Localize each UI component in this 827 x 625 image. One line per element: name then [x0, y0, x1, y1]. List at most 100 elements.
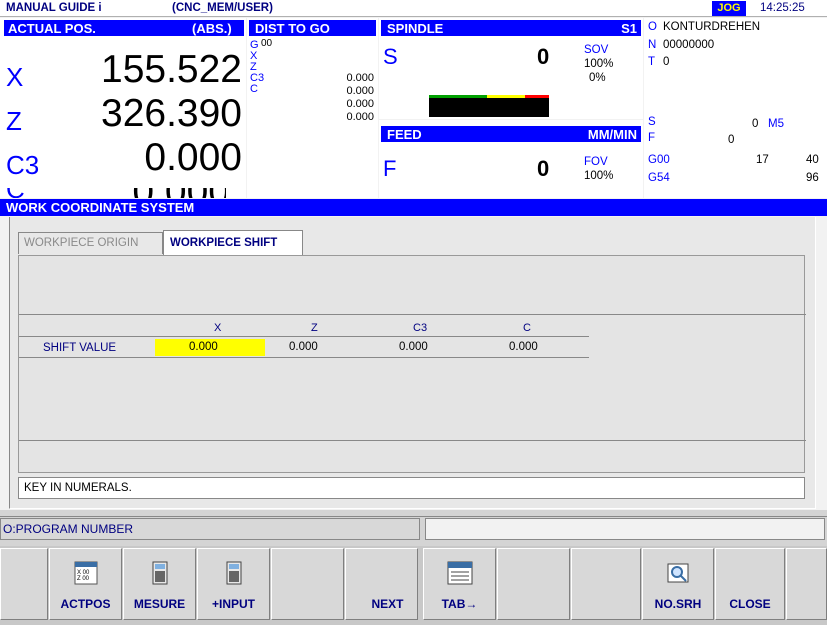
axis-z-value: 326.390: [101, 92, 242, 135]
axis-z-label: Z: [6, 106, 22, 136]
spindle-title: SPINDLE: [387, 21, 444, 36]
title-bar: MANUAL GUIDE i (CNC_MEM/USER) JOG 14:25:…: [0, 0, 827, 17]
softkey-mesure-label: MESURE: [133, 597, 186, 611]
softkey-close[interactable]: CLOSE: [715, 548, 785, 620]
actual-position-header: ACTUAL POS. (ABS.): [4, 20, 244, 36]
g-code-1: G00: [648, 154, 670, 166]
n-label: N: [648, 39, 657, 51]
fov-label: FOV: [584, 156, 608, 168]
sov-label: SOV: [584, 44, 609, 56]
feed-unit: MM/MIN: [587, 127, 637, 142]
program-info-panel: O KONTURDREHEN N 00000000 T 0 S 0 M5 F 0…: [644, 18, 827, 198]
window-title-bar: WORK COORDINATE SYSTEM: [0, 199, 827, 216]
tab-workpiece-shift[interactable]: WORKPIECE SHIFT: [163, 230, 303, 256]
dist-value-1: 0.000: [346, 72, 374, 84]
spindle-header: SPINDLE S1: [381, 20, 641, 36]
f-label: F: [648, 132, 656, 144]
tab-workpiece-origin[interactable]: WORKPIECE ORIGIN: [18, 232, 163, 254]
calculator-icon: [226, 561, 242, 590]
fourth-axis-partial: C 0.000: [6, 188, 226, 198]
key-input-field[interactable]: [425, 518, 825, 540]
program-path: (CNC_MEM/USER): [172, 2, 273, 14]
feed-header: FEED MM/MIN: [381, 126, 641, 142]
feed-f-value: 0: [537, 156, 550, 181]
row-label-shift-value: SHIFT VALUE: [43, 342, 117, 354]
softkey-input-label: +INPUT: [211, 597, 255, 611]
actual-position-panel: ACTUAL POS. (ABS.) X 155.522 Z 326.390 C…: [0, 18, 246, 198]
axis-x-value: 155.522: [101, 48, 242, 91]
window-title: WORK COORDINATE SYSTEM: [6, 200, 195, 215]
program-name: KONTURDREHEN: [663, 21, 761, 33]
softkey-empty-8[interactable]: [571, 548, 641, 620]
feed-f-label: F: [383, 156, 397, 181]
softkey-no-srh[interactable]: NO.SRH: [642, 548, 714, 620]
input-divider: [0, 516, 827, 517]
message-text: KEY IN NUMERALS.: [24, 482, 132, 494]
fov-value: 100%: [584, 170, 614, 182]
g-code-1-a: 17: [756, 154, 769, 166]
softkey-tab[interactable]: TAB→: [423, 548, 496, 620]
shift-value-c3[interactable]: 0.000: [399, 341, 428, 353]
softkey-next-label: NEXT: [371, 597, 404, 611]
dist-value-3: 0.000: [346, 98, 374, 110]
tab-icon: [447, 561, 473, 590]
t-label: T: [648, 56, 656, 68]
load-bar-green: [429, 95, 487, 98]
axis-x-label: X: [6, 62, 24, 92]
dist-g-value: 00: [261, 38, 273, 49]
softkey-actpos[interactable]: X 00 Z 00 ACTPOS: [49, 548, 122, 620]
g-code-1-b: 40: [806, 154, 819, 166]
dist-axis-4: C: [250, 83, 258, 95]
axis-c3-value: 0.000: [144, 136, 242, 179]
shift-value-c[interactable]: 0.000: [509, 341, 538, 353]
calculator-icon: [152, 561, 168, 590]
tab-workpiece-shift-label: WORKPIECE SHIFT: [170, 237, 278, 249]
softkey-mesure[interactable]: MESURE: [123, 548, 196, 620]
sequence-number: 00000000: [663, 39, 715, 51]
dist-value-2: 0.000: [346, 85, 374, 97]
search-icon: [667, 561, 689, 590]
s-value: 0: [752, 118, 759, 130]
o-label: O: [648, 21, 657, 33]
shift-value-z[interactable]: 0.000: [289, 341, 318, 353]
softkey-input[interactable]: +INPUT: [197, 548, 270, 620]
softkey-left-return[interactable]: [0, 548, 48, 620]
shift-value-x: 0.000: [189, 341, 218, 353]
softkey-right-continue[interactable]: [786, 548, 827, 620]
sov-value: 100%: [584, 58, 614, 70]
g-code-2: G54: [648, 172, 670, 184]
tab-workpiece-origin-label: WORKPIECE ORIGIN: [24, 237, 139, 249]
spindle-s-value: 0: [537, 44, 550, 69]
svg-text:Z 00: Z 00: [77, 576, 90, 582]
load-bar-yellow: [487, 95, 525, 98]
tab-content: X Z C3 C SHIFT VALUE 0.000 0.000 0.000 0…: [18, 255, 806, 473]
column-header-c: C: [523, 322, 531, 334]
table-header-line: [19, 336, 589, 337]
column-header-z: Z: [311, 322, 318, 334]
spindle-number: S1: [621, 21, 637, 36]
s-label: S: [648, 116, 656, 128]
clock: 14:25:25: [760, 2, 805, 14]
spindle-panel: SPINDLE S1 S 0 SOV 100% 0%: [379, 18, 643, 119]
actpos-icon: X 00 Z 00: [74, 561, 98, 590]
softkey-next[interactable]: NEXT: [345, 548, 418, 620]
tool-number: 0: [663, 56, 670, 68]
spindle-s-label: S: [383, 44, 398, 69]
softkey-actpos-label: ACTPOS: [60, 597, 111, 611]
dist-to-go-header: DIST TO GO: [249, 20, 376, 36]
window-body: WORKPIECE ORIGIN WORKPIECE SHIFT X Z C3 …: [9, 217, 816, 509]
softkey-empty-7[interactable]: [497, 548, 570, 620]
column-header-x: X: [214, 322, 222, 334]
feed-title: FEED: [387, 127, 422, 142]
message-box: KEY IN NUMERALS.: [18, 477, 805, 499]
shift-value-x-field[interactable]: 0.000: [155, 339, 265, 356]
softkey-empty-4[interactable]: [271, 548, 344, 620]
actual-position-title: ACTUAL POS.: [8, 21, 96, 36]
dist-value-4: 0.000: [346, 111, 374, 123]
table-row-line: [19, 357, 589, 358]
tab-content-divider-bottom: [19, 440, 806, 441]
feed-panel: FEED MM/MIN F 0 FOV 100%: [379, 120, 643, 198]
load-bar-red: [525, 95, 549, 98]
program-number-label: O:PROGRAM NUMBER: [3, 522, 134, 536]
input-area: O:PROGRAM NUMBER: [0, 510, 827, 548]
